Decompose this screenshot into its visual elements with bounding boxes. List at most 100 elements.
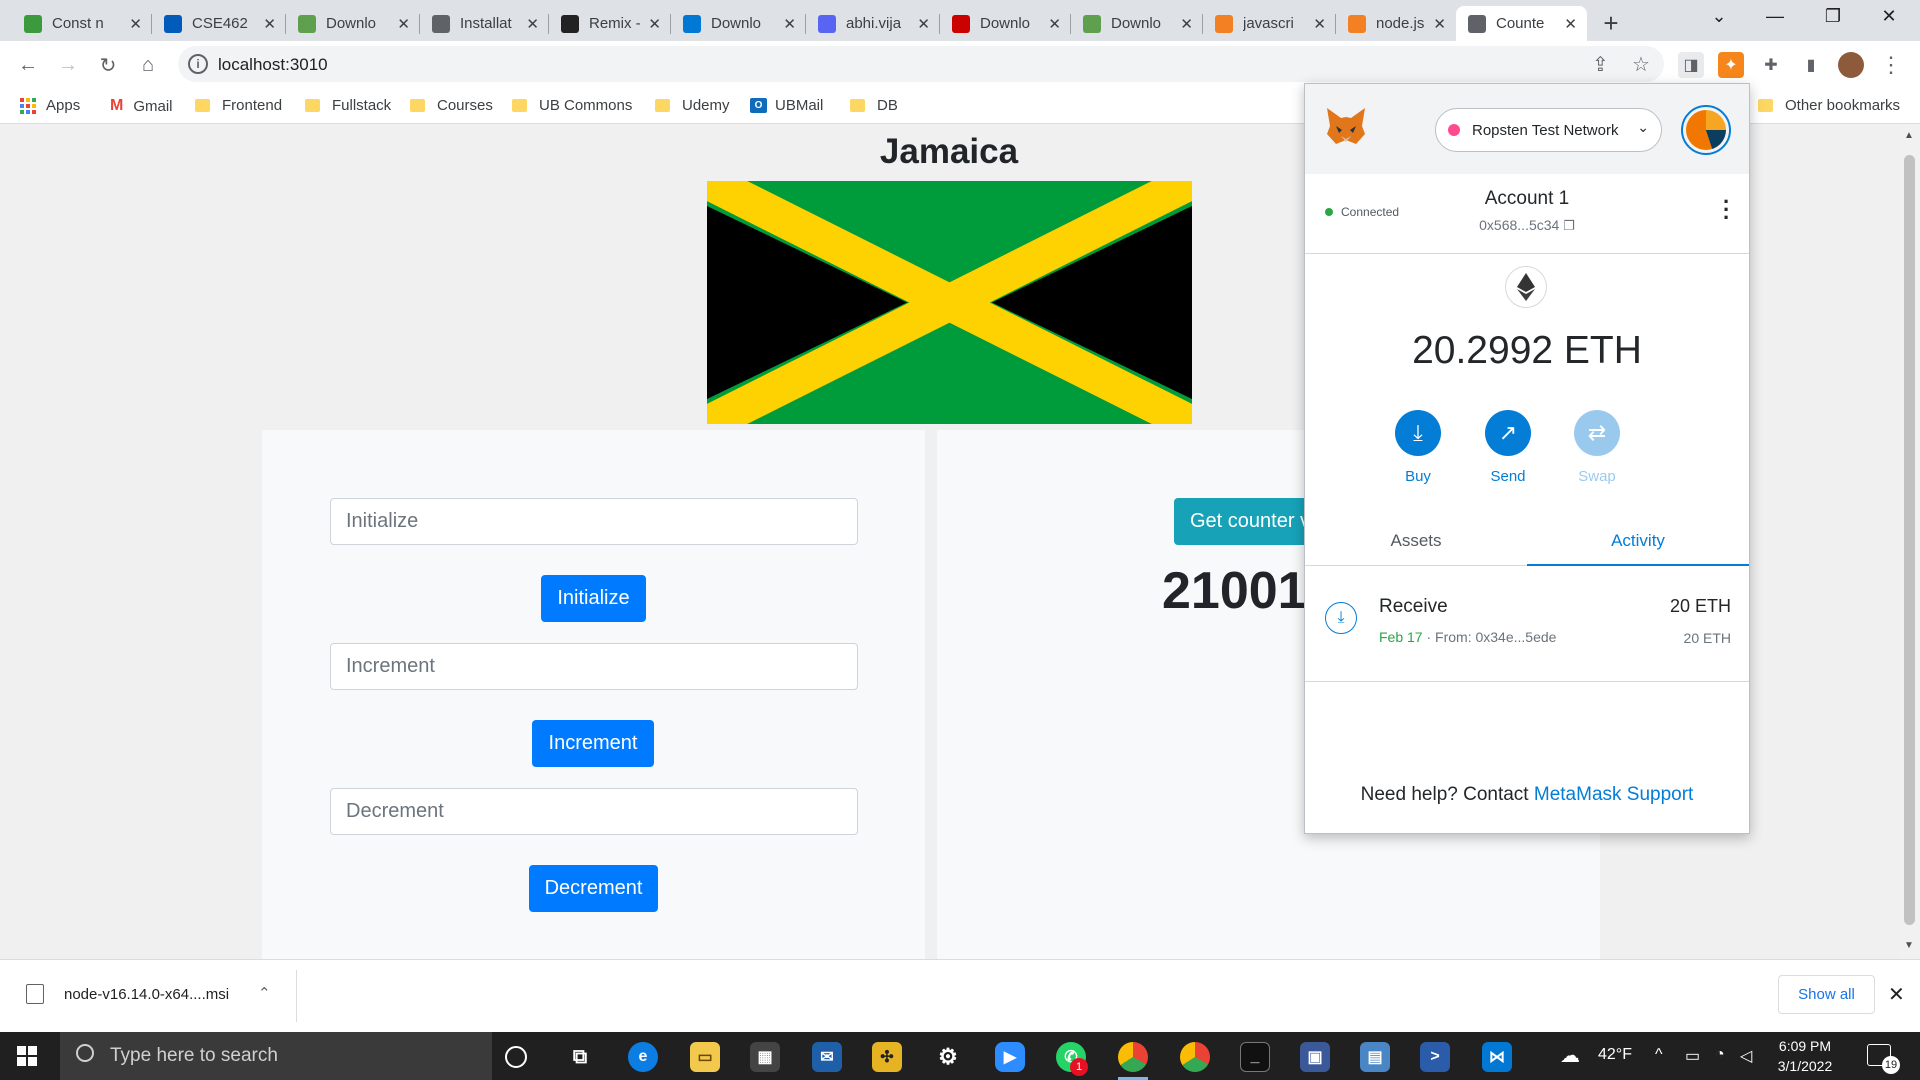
browser-tab[interactable]: Const n ✕ bbox=[12, 6, 152, 41]
close-tab-icon[interactable]: ✕ bbox=[648, 15, 661, 33]
side-panel-icon[interactable]: ▮ bbox=[1798, 52, 1824, 78]
increment-input[interactable] bbox=[330, 643, 858, 690]
bookmark-ub-commons[interactable]: UB Commons bbox=[512, 97, 632, 114]
transaction-row[interactable]: ⤓ Receive Feb 17 · From: 0x34e...5ede 20… bbox=[1305, 566, 1749, 682]
tab-assets[interactable]: Assets bbox=[1305, 519, 1527, 566]
zoom-icon[interactable]: ▶ bbox=[995, 1042, 1025, 1072]
scrollbar-thumb[interactable] bbox=[1904, 155, 1915, 925]
increment-button[interactable]: Increment bbox=[532, 720, 654, 767]
address-bar[interactable]: i localhost:3010 ⇪ ☆ bbox=[178, 46, 1664, 82]
volume-icon[interactable]: ◁ bbox=[1740, 1046, 1752, 1066]
bookmark-fullstack[interactable]: Fullstack bbox=[305, 97, 391, 114]
metamask-fox-icon[interactable] bbox=[1325, 106, 1367, 146]
cortana-icon[interactable] bbox=[505, 1046, 527, 1068]
browser-tab[interactable]: Remix - ✕ bbox=[549, 6, 671, 41]
powershell-icon[interactable]: > bbox=[1420, 1042, 1450, 1072]
edge-icon[interactable]: e bbox=[628, 1042, 658, 1072]
close-tab-icon[interactable]: ✕ bbox=[263, 15, 276, 33]
share-icon[interactable]: ⇪ bbox=[1592, 52, 1609, 77]
initialize-input[interactable] bbox=[330, 498, 858, 545]
extension-icon[interactable]: ◨ bbox=[1678, 52, 1704, 78]
close-tab-icon[interactable]: ✕ bbox=[1433, 15, 1446, 33]
browser-tab[interactable]: Downlo ✕ bbox=[671, 6, 806, 41]
wifi-icon[interactable]: ◔ bbox=[1715, 1046, 1725, 1064]
chrome-profile-icon[interactable] bbox=[1180, 1042, 1210, 1072]
home-icon[interactable]: ⌂ bbox=[134, 51, 162, 79]
browser-tab[interactable]: CSE462 ✕ bbox=[152, 6, 286, 41]
close-tab-icon[interactable]: ✕ bbox=[1313, 15, 1326, 33]
minimize-button[interactable]: — bbox=[1750, 6, 1800, 27]
scroll-down-arrow-icon[interactable]: ▼ bbox=[1904, 940, 1914, 951]
browser-tab[interactable]: javascri ✕ bbox=[1203, 6, 1336, 41]
restore-button[interactable]: ❐ bbox=[1808, 6, 1858, 27]
close-icon[interactable]: ✕ bbox=[1888, 982, 1905, 1007]
windows-start-icon[interactable] bbox=[17, 1046, 37, 1066]
terminal-icon[interactable]: _ bbox=[1240, 1042, 1270, 1072]
task-view-icon[interactable]: ⧉ bbox=[565, 1042, 595, 1072]
metamask-support-link[interactable]: MetaMask Support bbox=[1534, 784, 1693, 805]
battery-icon[interactable]: ▭ bbox=[1685, 1046, 1700, 1066]
network-app-icon[interactable]: ▤ bbox=[1360, 1042, 1390, 1072]
microsoft-store-icon[interactable]: ▦ bbox=[750, 1042, 780, 1072]
bookmark-other[interactable]: Other bookmarks bbox=[1758, 97, 1900, 114]
account-address-row[interactable]: 0x568...5c34 ❐ bbox=[1305, 217, 1749, 234]
weather-cloud-icon[interactable]: ☁ bbox=[1560, 1043, 1580, 1068]
close-tab-icon[interactable]: ✕ bbox=[783, 15, 796, 33]
system-clock[interactable]: 6:09 PM 3/1/2022 bbox=[1760, 1036, 1850, 1076]
bookmark-gmail[interactable]: M Gmail bbox=[110, 97, 173, 115]
bookmark-ubmail[interactable]: O UBMail bbox=[750, 97, 823, 114]
browser-tab[interactable]: Installat ✕ bbox=[420, 6, 549, 41]
close-tab-icon[interactable]: ✕ bbox=[1048, 15, 1061, 33]
close-tab-icon[interactable]: ✕ bbox=[917, 15, 930, 33]
taskbar-search[interactable]: Type here to search bbox=[60, 1032, 492, 1080]
initialize-button[interactable]: Initialize bbox=[541, 575, 646, 622]
show-all-button[interactable]: Show all bbox=[1778, 975, 1875, 1014]
metamask-extension-icon[interactable]: ✦ bbox=[1718, 52, 1744, 78]
tab-search-button[interactable]: ⌄ bbox=[1694, 6, 1744, 27]
weather-temp[interactable]: 42°F bbox=[1598, 1046, 1632, 1064]
profile-avatar[interactable] bbox=[1838, 52, 1864, 78]
file-explorer-icon[interactable]: ▭ bbox=[690, 1042, 720, 1072]
site-info-icon[interactable]: i bbox=[188, 54, 208, 74]
scroll-up-arrow-icon[interactable]: ▲ bbox=[1904, 130, 1914, 141]
notification-center-icon[interactable]: 19 bbox=[1867, 1044, 1900, 1074]
forward-arrow-icon[interactable]: → bbox=[54, 51, 82, 79]
close-tab-icon[interactable]: ✕ bbox=[1180, 15, 1193, 33]
vscode-icon[interactable]: ⋈ bbox=[1482, 1042, 1512, 1072]
chevron-up-icon[interactable]: ⌃ bbox=[258, 984, 271, 1002]
url-text[interactable]: localhost:3010 bbox=[218, 55, 328, 75]
back-arrow-icon[interactable]: ← bbox=[14, 51, 42, 79]
page-scrollbar[interactable]: ▲ ▼ bbox=[1899, 125, 1920, 959]
mail-icon[interactable]: ✉ bbox=[812, 1042, 842, 1072]
app-icon[interactable]: ✣ bbox=[872, 1042, 902, 1072]
chevron-up-tray-icon[interactable]: ^ bbox=[1655, 1046, 1663, 1064]
close-tab-icon[interactable]: ✕ bbox=[129, 15, 142, 33]
remote-desktop-icon[interactable]: ▣ bbox=[1300, 1042, 1330, 1072]
decrement-button[interactable]: Decrement bbox=[529, 865, 658, 912]
close-tab-icon[interactable]: ✕ bbox=[1564, 15, 1577, 33]
browser-tab[interactable]: Counte ✕ bbox=[1456, 6, 1587, 41]
account-avatar[interactable] bbox=[1681, 105, 1731, 155]
tab-activity[interactable]: Activity bbox=[1527, 519, 1749, 566]
network-selector[interactable]: Ropsten Test Network ⌄ bbox=[1435, 108, 1662, 152]
new-tab-button[interactable]: + bbox=[1596, 8, 1626, 38]
chrome-menu-icon[interactable]: ⋮ bbox=[1878, 52, 1904, 78]
bookmark-courses[interactable]: Courses bbox=[410, 97, 493, 114]
swap-action-button[interactable]: ⇄ Swap bbox=[1567, 410, 1627, 485]
browser-tab[interactable]: node.js ✕ bbox=[1336, 6, 1456, 41]
browser-tab[interactable]: abhi.vija ✕ bbox=[806, 6, 940, 41]
browser-tab[interactable]: Downlo ✕ bbox=[940, 6, 1071, 41]
copy-icon[interactable]: ❐ bbox=[1563, 218, 1575, 233]
bookmark-star-icon[interactable]: ☆ bbox=[1632, 52, 1650, 77]
browser-tab[interactable]: Downlo ✕ bbox=[286, 6, 420, 41]
bookmark-udemy[interactable]: Udemy bbox=[655, 97, 730, 114]
buy-action-button[interactable]: ⤓ Buy bbox=[1388, 410, 1448, 485]
send-action-button[interactable]: ↗ Send bbox=[1478, 410, 1538, 485]
bookmark-db[interactable]: DB bbox=[850, 97, 898, 114]
browser-tab[interactable]: Downlo ✕ bbox=[1071, 6, 1203, 41]
account-options-icon[interactable]: · · · bbox=[1723, 191, 1730, 229]
chrome-icon[interactable] bbox=[1118, 1042, 1148, 1072]
download-item[interactable]: node-v16.14.0-x64....msi bbox=[26, 984, 229, 1004]
decrement-input[interactable] bbox=[330, 788, 858, 835]
close-window-button[interactable]: ✕ bbox=[1864, 6, 1914, 27]
